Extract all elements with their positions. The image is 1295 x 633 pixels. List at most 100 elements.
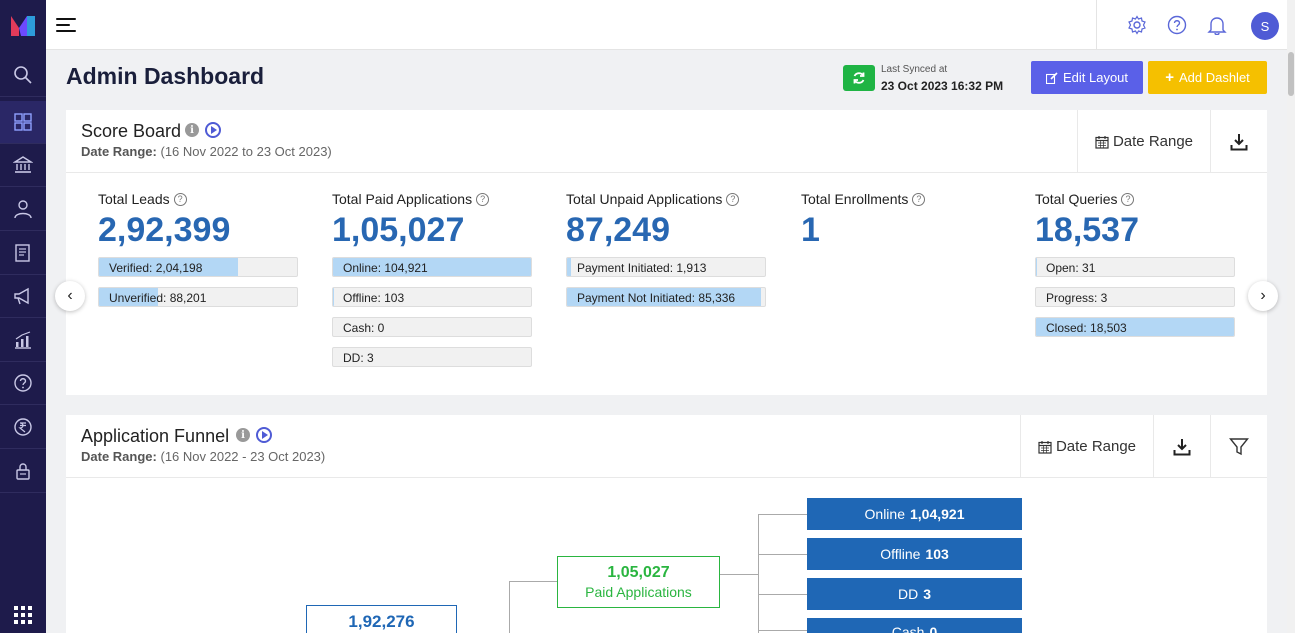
sidebar-item-security[interactable] [0,450,46,493]
stat-value: 2,92,399 [98,211,231,249]
stat-total-queries: Total Queries? 18,537 Open: 31 Progress:… [1035,190,1235,337]
date-range-button-label: Date Range [1055,438,1137,455]
page-title: Admin Dashboard [66,63,265,89]
rupee-icon [14,418,32,436]
user-icon [14,200,32,219]
stat-total-leads: Total Leads? 2,92,399 Verified: 2,04,198… [98,190,298,307]
help-icon [14,374,32,392]
sidebar-item-help[interactable] [0,362,46,405]
funnel-connector [758,514,759,633]
channel-value: 1,04,921 [909,506,965,522]
channel-value: 3 [923,586,932,602]
funnel-leads-node[interactable]: 1,92,276 [306,605,457,633]
add-dashlet-label: Add Dashlet [1178,70,1250,85]
sidebar-item-analytics[interactable] [0,319,46,362]
edit-layout-label: Edit Layout [1062,70,1129,85]
funnel-date-range-button[interactable]: Date Range [1020,415,1153,478]
user-avatar[interactable]: S [1251,12,1279,40]
bar-label: Open: 31 [1046,261,1096,275]
date-range-label: Date Range: [81,449,157,464]
scoreboard-title: Score Board [81,121,182,141]
bar-label: Payment Initiated: 1,913 [577,261,707,275]
bar-label: Progress: 3 [1046,291,1108,305]
top-bar: S [46,0,1287,50]
help-circle-icon[interactable] [1167,15,1187,35]
bar-label: Payment Not Initiated: 85,336 [577,291,736,305]
scoreboard-download-button[interactable] [1210,110,1267,173]
funnel-filter-button[interactable] [1210,415,1267,478]
stat-value: 1 [801,211,820,249]
funnel-connector [758,630,807,631]
info-icon[interactable]: i [185,123,199,137]
funnel-connector [758,554,807,555]
question-icon[interactable]: ? [173,192,187,206]
sidebar-item-payments[interactable] [0,406,46,449]
date-range-value: (16 Nov 2022 to 23 Oct 2023) [160,144,332,159]
page-scrollbar[interactable] [1287,0,1295,633]
plus-icon: + [1165,69,1174,86]
date-range-button-label: Date Range [1112,133,1194,150]
stat-bar: Cash: 0 [332,317,532,337]
notification-bell-icon[interactable] [1207,15,1227,35]
bar-label: Unverified: 88,201 [109,291,207,305]
form-icon [15,244,30,262]
play-video-icon[interactable] [205,122,221,138]
menu-toggle-icon[interactable] [56,14,78,36]
scrollbar-thumb[interactable] [1288,52,1294,96]
funnel-channel-cash[interactable]: Cash 0 [807,618,1022,633]
bar-fill [567,258,572,276]
play-video-icon[interactable] [256,427,272,443]
stat-bar: Verified: 2,04,198 [98,257,298,277]
sidebar-item-institute[interactable] [0,144,46,187]
stat-bar: Payment Not Initiated: 85,336 [566,287,766,307]
sidebar-item-dashboard[interactable] [0,101,46,144]
scoreboard-date-range-button[interactable]: Date Range [1077,110,1210,173]
sidebar-item-users[interactable] [0,188,46,231]
bar-label: Verified: 2,04,198 [109,261,203,275]
funnel-download-button[interactable] [1153,415,1210,478]
stat-bar: Unverified: 88,201 [98,287,298,307]
funnel-channel-online[interactable]: Online 1,04,921 [807,498,1022,530]
institute-icon [13,156,33,173]
date-range-value: (16 Nov 2022 - 23 Oct 2023) [160,449,326,464]
funnel-paid-applications-node[interactable]: 1,05,027 Paid Applications [557,556,720,608]
stat-bar: Payment Initiated: 1,913 [566,257,766,277]
bar-label: Cash: 0 [343,321,385,335]
carousel-next-button[interactable]: › [1248,281,1278,311]
info-icon[interactable]: i [236,428,250,442]
top-bar-actions: S [1096,0,1287,50]
stat-value: 1,05,027 [332,211,465,249]
stat-label: Total Paid Applications [332,191,473,207]
funnel-channel-offline[interactable]: Offline 103 [807,538,1022,570]
stat-bar: Closed: 18,503 [1035,317,1235,337]
funnel-channel-dd[interactable]: DD 3 [807,578,1022,610]
app-logo[interactable] [0,0,46,50]
settings-gear-icon[interactable] [1127,15,1147,35]
add-dashlet-button[interactable]: + Add Dashlet [1148,61,1267,94]
channel-label: Offline [880,546,921,562]
scoreboard-header: Score Board i Date Range: (16 Nov 2022 t… [66,110,1267,173]
funnel-connector [720,574,758,575]
download-icon [1230,133,1248,150]
sidebar-item-forms[interactable] [0,232,46,275]
edit-layout-button[interactable]: Edit Layout [1031,61,1143,94]
carousel-prev-button[interactable]: ‹ [55,281,85,311]
question-icon[interactable]: ? [1121,192,1135,206]
stat-value: 18,537 [1035,211,1139,249]
stat-label: Total Queries [1035,191,1118,207]
sidebar-item-search[interactable] [0,54,46,97]
question-icon[interactable]: ? [726,192,740,206]
apps-grid-button[interactable] [0,596,46,633]
paid-applications-label: Paid Applications [585,584,692,600]
lock-icon [16,463,30,480]
question-icon[interactable]: ? [476,192,490,206]
logo-mark-icon [11,16,35,36]
sync-button[interactable] [843,65,875,91]
calendar-icon [1038,440,1052,454]
last-synced-time: 23 Oct 2023 16:32 PM [881,79,1004,93]
bar-label: Closed: 18,503 [1046,321,1127,335]
scoreboard-date-range: Date Range: (16 Nov 2022 to 23 Oct 2023) [81,144,332,159]
sidebar-item-campaigns[interactable] [0,275,46,318]
question-icon[interactable]: ? [912,192,926,206]
stat-total-unpaid-applications: Total Unpaid Applications? 87,249 Paymen… [566,190,766,307]
